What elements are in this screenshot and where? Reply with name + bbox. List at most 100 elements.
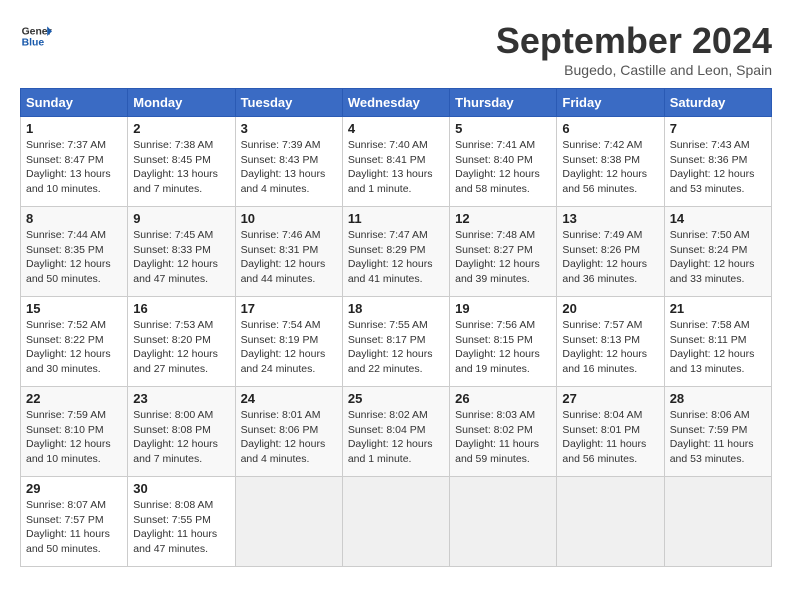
calendar-cell-w2-d1: 16 Sunrise: 7:53 AM Sunset: 8:20 PM Dayli… <box>128 297 235 387</box>
day-number: 13 <box>562 211 658 226</box>
day-info: Sunrise: 8:07 AM Sunset: 7:57 PM Dayligh… <box>26 498 122 557</box>
day-info: Sunrise: 8:03 AM Sunset: 8:02 PM Dayligh… <box>455 408 551 467</box>
day-info: Sunrise: 7:57 AM Sunset: 8:13 PM Dayligh… <box>562 318 658 377</box>
day-number: 2 <box>133 121 229 136</box>
day-number: 29 <box>26 481 122 496</box>
day-info: Sunrise: 8:06 AM Sunset: 7:59 PM Dayligh… <box>670 408 766 467</box>
day-info: Sunrise: 7:49 AM Sunset: 8:26 PM Dayligh… <box>562 228 658 287</box>
day-info: Sunrise: 7:42 AM Sunset: 8:38 PM Dayligh… <box>562 138 658 197</box>
header-tuesday: Tuesday <box>235 89 342 117</box>
day-number: 25 <box>348 391 444 406</box>
day-info: Sunrise: 7:48 AM Sunset: 8:27 PM Dayligh… <box>455 228 551 287</box>
header-sunday: Sunday <box>21 89 128 117</box>
header-friday: Friday <box>557 89 664 117</box>
day-number: 10 <box>241 211 337 226</box>
calendar-cell-w2-d6: 21 Sunrise: 7:58 AM Sunset: 8:11 PM Dayli… <box>664 297 771 387</box>
day-info: Sunrise: 7:53 AM Sunset: 8:20 PM Dayligh… <box>133 318 229 377</box>
calendar-cell-w3-d1: 23 Sunrise: 8:00 AM Sunset: 8:08 PM Dayli… <box>128 387 235 477</box>
day-number: 3 <box>241 121 337 136</box>
calendar-cell-w1-d3: 11 Sunrise: 7:47 AM Sunset: 8:29 PM Dayli… <box>342 207 449 297</box>
day-info: Sunrise: 7:52 AM Sunset: 8:22 PM Dayligh… <box>26 318 122 377</box>
calendar-cell-w0-d3: 4 Sunrise: 7:40 AM Sunset: 8:41 PM Daylig… <box>342 117 449 207</box>
day-number: 26 <box>455 391 551 406</box>
day-number: 12 <box>455 211 551 226</box>
calendar-header-row: Sunday Monday Tuesday Wednesday Thursday… <box>21 89 772 117</box>
day-number: 11 <box>348 211 444 226</box>
calendar-cell-w4-d0: 29 Sunrise: 8:07 AM Sunset: 7:57 PM Dayli… <box>21 477 128 567</box>
day-info: Sunrise: 7:41 AM Sunset: 8:40 PM Dayligh… <box>455 138 551 197</box>
month-title: September 2024 <box>496 20 772 62</box>
day-info: Sunrise: 8:08 AM Sunset: 7:55 PM Dayligh… <box>133 498 229 557</box>
day-info: Sunrise: 7:45 AM Sunset: 8:33 PM Dayligh… <box>133 228 229 287</box>
day-number: 24 <box>241 391 337 406</box>
day-info: Sunrise: 7:56 AM Sunset: 8:15 PM Dayligh… <box>455 318 551 377</box>
day-info: Sunrise: 8:02 AM Sunset: 8:04 PM Dayligh… <box>348 408 444 467</box>
day-number: 30 <box>133 481 229 496</box>
day-info: Sunrise: 7:38 AM Sunset: 8:45 PM Dayligh… <box>133 138 229 197</box>
day-info: Sunrise: 7:40 AM Sunset: 8:41 PM Dayligh… <box>348 138 444 197</box>
day-number: 27 <box>562 391 658 406</box>
day-number: 5 <box>455 121 551 136</box>
day-info: Sunrise: 8:00 AM Sunset: 8:08 PM Dayligh… <box>133 408 229 467</box>
day-info: Sunrise: 8:01 AM Sunset: 8:06 PM Dayligh… <box>241 408 337 467</box>
calendar-cell-w1-d1: 9 Sunrise: 7:45 AM Sunset: 8:33 PM Daylig… <box>128 207 235 297</box>
day-number: 8 <box>26 211 122 226</box>
day-number: 22 <box>26 391 122 406</box>
day-number: 18 <box>348 301 444 316</box>
calendar-cell-w3-d0: 22 Sunrise: 7:59 AM Sunset: 8:10 PM Dayli… <box>21 387 128 477</box>
calendar-cell-w4-d2 <box>235 477 342 567</box>
calendar-cell-w1-d0: 8 Sunrise: 7:44 AM Sunset: 8:35 PM Daylig… <box>21 207 128 297</box>
calendar-cell-w1-d2: 10 Sunrise: 7:46 AM Sunset: 8:31 PM Dayli… <box>235 207 342 297</box>
calendar-cell-w2-d2: 17 Sunrise: 7:54 AM Sunset: 8:19 PM Dayli… <box>235 297 342 387</box>
calendar-cell-w0-d4: 5 Sunrise: 7:41 AM Sunset: 8:40 PM Daylig… <box>450 117 557 207</box>
day-info: Sunrise: 7:47 AM Sunset: 8:29 PM Dayligh… <box>348 228 444 287</box>
day-info: Sunrise: 7:46 AM Sunset: 8:31 PM Dayligh… <box>241 228 337 287</box>
day-number: 15 <box>26 301 122 316</box>
day-info: Sunrise: 7:59 AM Sunset: 8:10 PM Dayligh… <box>26 408 122 467</box>
svg-text:Blue: Blue <box>22 38 45 49</box>
calendar-table: Sunday Monday Tuesday Wednesday Thursday… <box>20 88 772 567</box>
calendar-cell-w2-d5: 20Sunrise: 7:57 AM Sunset: 8:13 PM Dayli… <box>557 297 664 387</box>
calendar-cell-w4-d4 <box>450 477 557 567</box>
day-number: 17 <box>241 301 337 316</box>
day-number: 16 <box>133 301 229 316</box>
day-info: Sunrise: 8:04 AM Sunset: 8:01 PM Dayligh… <box>562 408 658 467</box>
calendar-cell-w1-d5: 13 Sunrise: 7:49 AM Sunset: 8:26 PM Dayli… <box>557 207 664 297</box>
day-number: 4 <box>348 121 444 136</box>
calendar-cell-w1-d4: 12 Sunrise: 7:48 AM Sunset: 8:27 PM Dayli… <box>450 207 557 297</box>
day-number: 6 <box>562 121 658 136</box>
calendar-cell-w3-d4: 26 Sunrise: 8:03 AM Sunset: 8:02 PM Dayli… <box>450 387 557 477</box>
day-info: Sunrise: 7:37 AM Sunset: 8:47 PM Dayligh… <box>26 138 122 197</box>
day-info: Sunrise: 7:44 AM Sunset: 8:35 PM Dayligh… <box>26 228 122 287</box>
calendar-cell-w4-d5 <box>557 477 664 567</box>
calendar-cell-w2-d0: 15 Sunrise: 7:52 AM Sunset: 8:22 PM Dayli… <box>21 297 128 387</box>
header-saturday: Saturday <box>664 89 771 117</box>
day-number: 9 <box>133 211 229 226</box>
calendar-cell-w0-d6: 7Sunrise: 7:43 AM Sunset: 8:36 PM Daylig… <box>664 117 771 207</box>
calendar-cell-w4-d6 <box>664 477 771 567</box>
page-header: General Blue September 2024 Bugedo, Cast… <box>20 20 772 78</box>
day-number: 21 <box>670 301 766 316</box>
logo: General Blue <box>20 20 52 52</box>
calendar-week-1: 8 Sunrise: 7:44 AM Sunset: 8:35 PM Daylig… <box>21 207 772 297</box>
calendar-cell-w3-d6: 28 Sunrise: 8:06 AM Sunset: 7:59 PM Dayli… <box>664 387 771 477</box>
calendar-cell-w0-d5: 6 Sunrise: 7:42 AM Sunset: 8:38 PM Daylig… <box>557 117 664 207</box>
day-number: 28 <box>670 391 766 406</box>
calendar-cell-w0-d2: 3Sunrise: 7:39 AM Sunset: 8:43 PM Daylig… <box>235 117 342 207</box>
calendar-cell-w4-d3 <box>342 477 449 567</box>
day-number: 23 <box>133 391 229 406</box>
general-blue-logo-icon: General Blue <box>20 20 52 52</box>
header-monday: Monday <box>128 89 235 117</box>
day-info: Sunrise: 7:55 AM Sunset: 8:17 PM Dayligh… <box>348 318 444 377</box>
day-info: Sunrise: 7:50 AM Sunset: 8:24 PM Dayligh… <box>670 228 766 287</box>
calendar-cell-w4-d1: 30 Sunrise: 8:08 AM Sunset: 7:55 PM Dayli… <box>128 477 235 567</box>
day-number: 1 <box>26 121 122 136</box>
day-info: Sunrise: 7:54 AM Sunset: 8:19 PM Dayligh… <box>241 318 337 377</box>
calendar-week-4: 29 Sunrise: 8:07 AM Sunset: 7:57 PM Dayli… <box>21 477 772 567</box>
day-info: Sunrise: 7:58 AM Sunset: 8:11 PM Dayligh… <box>670 318 766 377</box>
day-number: 14 <box>670 211 766 226</box>
calendar-cell-w2-d4: 19Sunrise: 7:56 AM Sunset: 8:15 PM Dayli… <box>450 297 557 387</box>
calendar-cell-w1-d6: 14 Sunrise: 7:50 AM Sunset: 8:24 PM Dayli… <box>664 207 771 297</box>
location-title: Bugedo, Castille and Leon, Spain <box>496 62 772 78</box>
calendar-week-2: 15 Sunrise: 7:52 AM Sunset: 8:22 PM Dayli… <box>21 297 772 387</box>
